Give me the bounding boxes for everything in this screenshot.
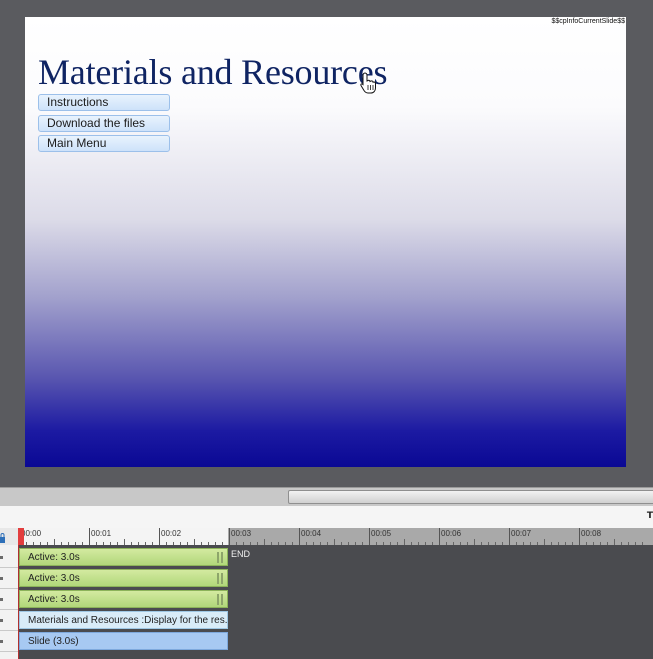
layer-row-separator [0,609,18,610]
timeline-track-bar[interactable]: Materials and Resources :Display for the… [19,611,228,629]
timeline-header: T [0,506,653,529]
ruler-time-label: 00:03 [231,529,252,538]
ruler-major-tick [509,528,510,545]
layer-visibility-dot[interactable] [0,556,3,559]
slide-title: Materials and Resources [38,52,388,92]
ruler-major-tick [159,528,160,545]
instructions-button[interactable]: Instructions [38,94,170,111]
timeline-track-bar[interactable]: Active: 3.0s [19,548,228,566]
ruler-time-label: 00:08 [581,529,602,538]
layer-row-separator [0,630,18,631]
pause-grip-icon[interactable] [217,573,223,584]
ruler-time-label: 00:04 [301,529,322,538]
layer-row-separator [0,588,18,589]
ruler-major-tick [439,528,440,545]
pause-grip-icon[interactable] [217,552,223,563]
ruler-major-tick [369,528,370,545]
hand-cursor-icon [360,72,376,94]
ruler-major-tick [299,528,300,545]
ruler-time-label: 00:07 [511,529,532,538]
slide-info-variable: $$cpInfoCurrentSlide$$ [551,18,625,25]
ruler-major-tick [579,528,580,545]
ruler-time-label: 00:02 [161,529,182,538]
timeline-end-label: END [231,549,251,559]
layer-row-separator [0,651,18,652]
track-bar-label: Active: 3.0s [28,573,80,584]
layer-visibility-dot[interactable] [0,619,3,622]
playhead-marker[interactable] [18,528,24,545]
ruler-major-tick [229,528,230,545]
horizontal-scrollbar[interactable] [0,487,653,506]
main-menu-button[interactable]: Main Menu [38,135,170,152]
ruler-time-label: 00:00 [21,529,42,538]
ruler-time-label: 00:06 [441,529,462,538]
pause-grip-icon[interactable] [217,594,223,605]
download-files-button[interactable]: Download the files [38,115,170,132]
layer-row-separator [0,567,18,568]
lock-icon[interactable] [0,533,5,543]
layer-visibility-dot[interactable] [0,598,3,601]
track-bar-label: Active: 3.0s [28,552,80,563]
timeline-ruler[interactable]: 00:00 00:01 00:02 00:03 00:04 00:05 00:06 00:07… [0,528,653,545]
slide-canvas[interactable]: $$cpInfoCurrentSlide$$ Materials and Res… [25,17,626,467]
layer-visibility-dot[interactable] [0,577,3,580]
timeline-track-bar[interactable]: Slide (3.0s) [19,632,228,650]
ruler-time-label: 00:01 [91,529,112,538]
scrollbar-thumb[interactable] [288,490,653,504]
timeline-track-bar[interactable]: Active: 3.0s [19,590,228,608]
slide-stage: $$cpInfoCurrentSlide$$ Materials and Res… [0,0,653,487]
timeline-header-text: T [646,511,653,521]
ruler-active-range [18,528,228,545]
ruler-time-label: 00:05 [371,529,392,538]
ruler-major-tick [89,528,90,545]
timeline-track-bar[interactable]: Active: 3.0s [19,569,228,587]
track-bar-label: Slide (3.0s) [28,636,79,647]
layer-visibility-dot[interactable] [0,640,3,643]
track-bar-label: Active: 3.0s [28,594,80,605]
track-bar-label: Materials and Resources :Display for the… [28,615,228,626]
